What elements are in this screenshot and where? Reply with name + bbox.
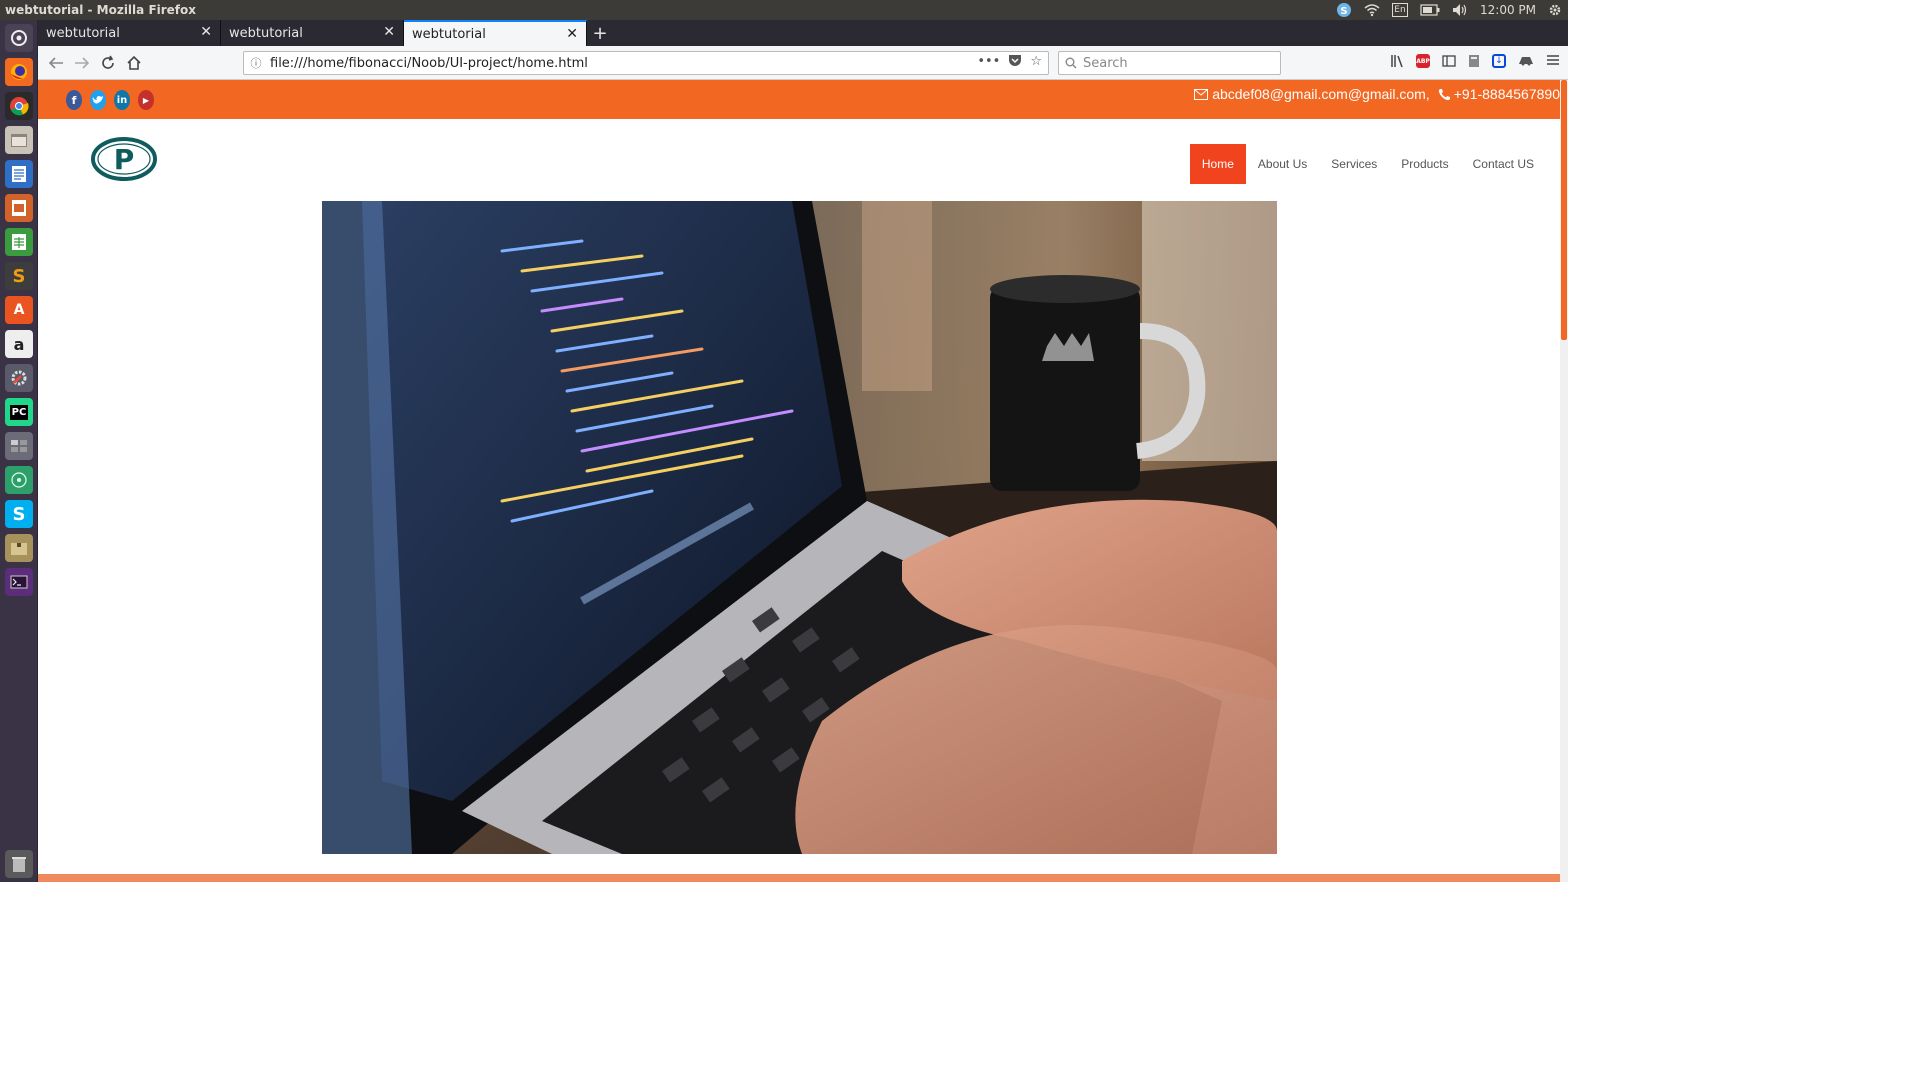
browser-tab-bar: webtutorial ✕ webtutorial ✕ webtutorial …	[38, 20, 1568, 46]
tab-title: webtutorial	[412, 26, 486, 42]
hero-image	[322, 201, 1277, 854]
system-indicators: S En 12:00 PM	[1336, 0, 1562, 20]
gear-icon[interactable]	[1548, 3, 1562, 17]
tab-title: webtutorial	[46, 25, 120, 41]
atom-icon[interactable]	[5, 466, 33, 494]
reader-extension-icon[interactable]	[1468, 54, 1480, 72]
battery-icon[interactable]	[1420, 4, 1440, 16]
browser-tab[interactable]: webtutorial ✕	[38, 20, 221, 46]
page-actions-icon[interactable]: •••	[977, 54, 1000, 71]
twitter-icon[interactable]	[90, 90, 106, 110]
firefox-icon[interactable]	[5, 58, 33, 86]
back-button[interactable]	[46, 53, 66, 73]
skype-icon[interactable]: S	[5, 500, 33, 528]
main-navigation: Home About Us Services Products Contact …	[1189, 144, 1546, 184]
close-tab-icon[interactable]: ✕	[383, 24, 395, 40]
contact-phone[interactable]: +91-8884567890	[1454, 86, 1560, 102]
bottom-accent-stripe	[38, 874, 1560, 882]
unity-launcher: S A a PC S	[0, 20, 38, 882]
page-scrollbar[interactable]	[1560, 80, 1568, 882]
chrome-icon[interactable]	[5, 92, 33, 120]
site-top-bar: f in ▶ abcdef08@gmail.com@gmail.com, +91…	[38, 80, 1560, 119]
extension-icon[interactable]	[1518, 54, 1534, 72]
libreoffice-impress-icon[interactable]	[5, 194, 33, 222]
nav-about-us[interactable]: About Us	[1246, 144, 1319, 184]
files-icon[interactable]	[5, 126, 33, 154]
system-clock[interactable]: 12:00 PM	[1480, 3, 1536, 17]
contact-email[interactable]: abcdef08@gmail.com@gmail.com,	[1212, 86, 1430, 102]
phone-icon	[1438, 88, 1450, 100]
search-icon	[1065, 57, 1077, 69]
system-top-panel: webtutorial - Mozilla Firefox S En 12:00…	[0, 0, 1568, 20]
email-icon	[1194, 88, 1209, 100]
logo-letter: P	[114, 143, 135, 176]
contact-info: abcdef08@gmail.com@gmail.com, +91-888456…	[1194, 86, 1560, 102]
nav-contact-us[interactable]: Contact US	[1461, 144, 1546, 184]
reload-button[interactable]	[98, 53, 118, 73]
facebook-icon[interactable]: f	[66, 90, 82, 110]
libreoffice-calc-icon[interactable]	[5, 228, 33, 256]
skype-tray-icon[interactable]: S	[1336, 2, 1352, 18]
close-tab-icon[interactable]: ✕	[566, 26, 578, 42]
wifi-icon[interactable]	[1364, 3, 1380, 17]
search-placeholder: Search	[1083, 55, 1128, 71]
trash-icon[interactable]	[5, 850, 33, 878]
forward-button[interactable]	[72, 53, 92, 73]
social-links: f in ▶	[66, 90, 154, 110]
dash-home-icon[interactable]	[5, 24, 33, 52]
browser-tab-active[interactable]: webtutorial ✕	[404, 20, 587, 46]
site-info-icon[interactable]: ⓘ	[244, 55, 268, 71]
keyboard-layout-indicator[interactable]: En	[1392, 3, 1408, 17]
system-settings-icon[interactable]	[5, 364, 33, 392]
browser-nav-bar: ⓘ file:///home/fibonacci/Noob/UI-project…	[38, 46, 1568, 80]
nav-products[interactable]: Products	[1389, 144, 1460, 184]
youtube-icon[interactable]: ▶	[138, 90, 154, 110]
library-icon[interactable]	[1390, 54, 1404, 72]
search-bar[interactable]: Search	[1058, 51, 1281, 75]
amazon-icon[interactable]: a	[5, 330, 33, 358]
home-button[interactable]	[124, 53, 144, 73]
download-icon[interactable]: ↓	[1492, 54, 1506, 68]
page-viewport: f in ▶ abcdef08@gmail.com@gmail.com, +91…	[38, 80, 1568, 882]
close-tab-icon[interactable]: ✕	[200, 24, 212, 40]
workspace-switcher-icon[interactable]	[5, 432, 33, 460]
new-tab-button[interactable]: +	[587, 20, 613, 46]
window-title: webtutorial - Mozilla Firefox	[5, 3, 197, 17]
linkedin-icon[interactable]: in	[114, 90, 130, 110]
hamburger-menu-icon[interactable]	[1546, 54, 1560, 72]
archive-manager-icon[interactable]	[5, 534, 33, 562]
sidebar-icon[interactable]	[1442, 54, 1456, 72]
bookmark-star-icon[interactable]: ☆	[1030, 54, 1042, 71]
svg-text:S: S	[1340, 6, 1347, 17]
terminal-icon[interactable]	[5, 568, 33, 596]
sublime-text-icon[interactable]: S	[5, 262, 33, 290]
tab-title: webtutorial	[229, 25, 303, 41]
pycharm-icon[interactable]: PC	[5, 398, 33, 426]
scrollbar-thumb[interactable]	[1561, 80, 1567, 340]
libreoffice-writer-icon[interactable]	[5, 160, 33, 188]
url-text[interactable]: file:///home/fibonacci/Noob/UI-project/h…	[268, 56, 588, 71]
volume-icon[interactable]	[1452, 3, 1468, 17]
browser-tab[interactable]: webtutorial ✕	[221, 20, 404, 46]
address-bar[interactable]: ⓘ file:///home/fibonacci/Noob/UI-project…	[243, 51, 1049, 75]
pocket-icon[interactable]	[1008, 54, 1022, 71]
nav-services[interactable]: Services	[1319, 144, 1389, 184]
adblock-plus-icon[interactable]: ABP	[1416, 54, 1430, 68]
nav-home[interactable]: Home	[1189, 144, 1246, 184]
toolbar-icons: ABP ↓	[1390, 54, 1560, 72]
site-logo[interactable]: P	[90, 136, 158, 182]
software-center-icon[interactable]: A	[5, 296, 33, 324]
